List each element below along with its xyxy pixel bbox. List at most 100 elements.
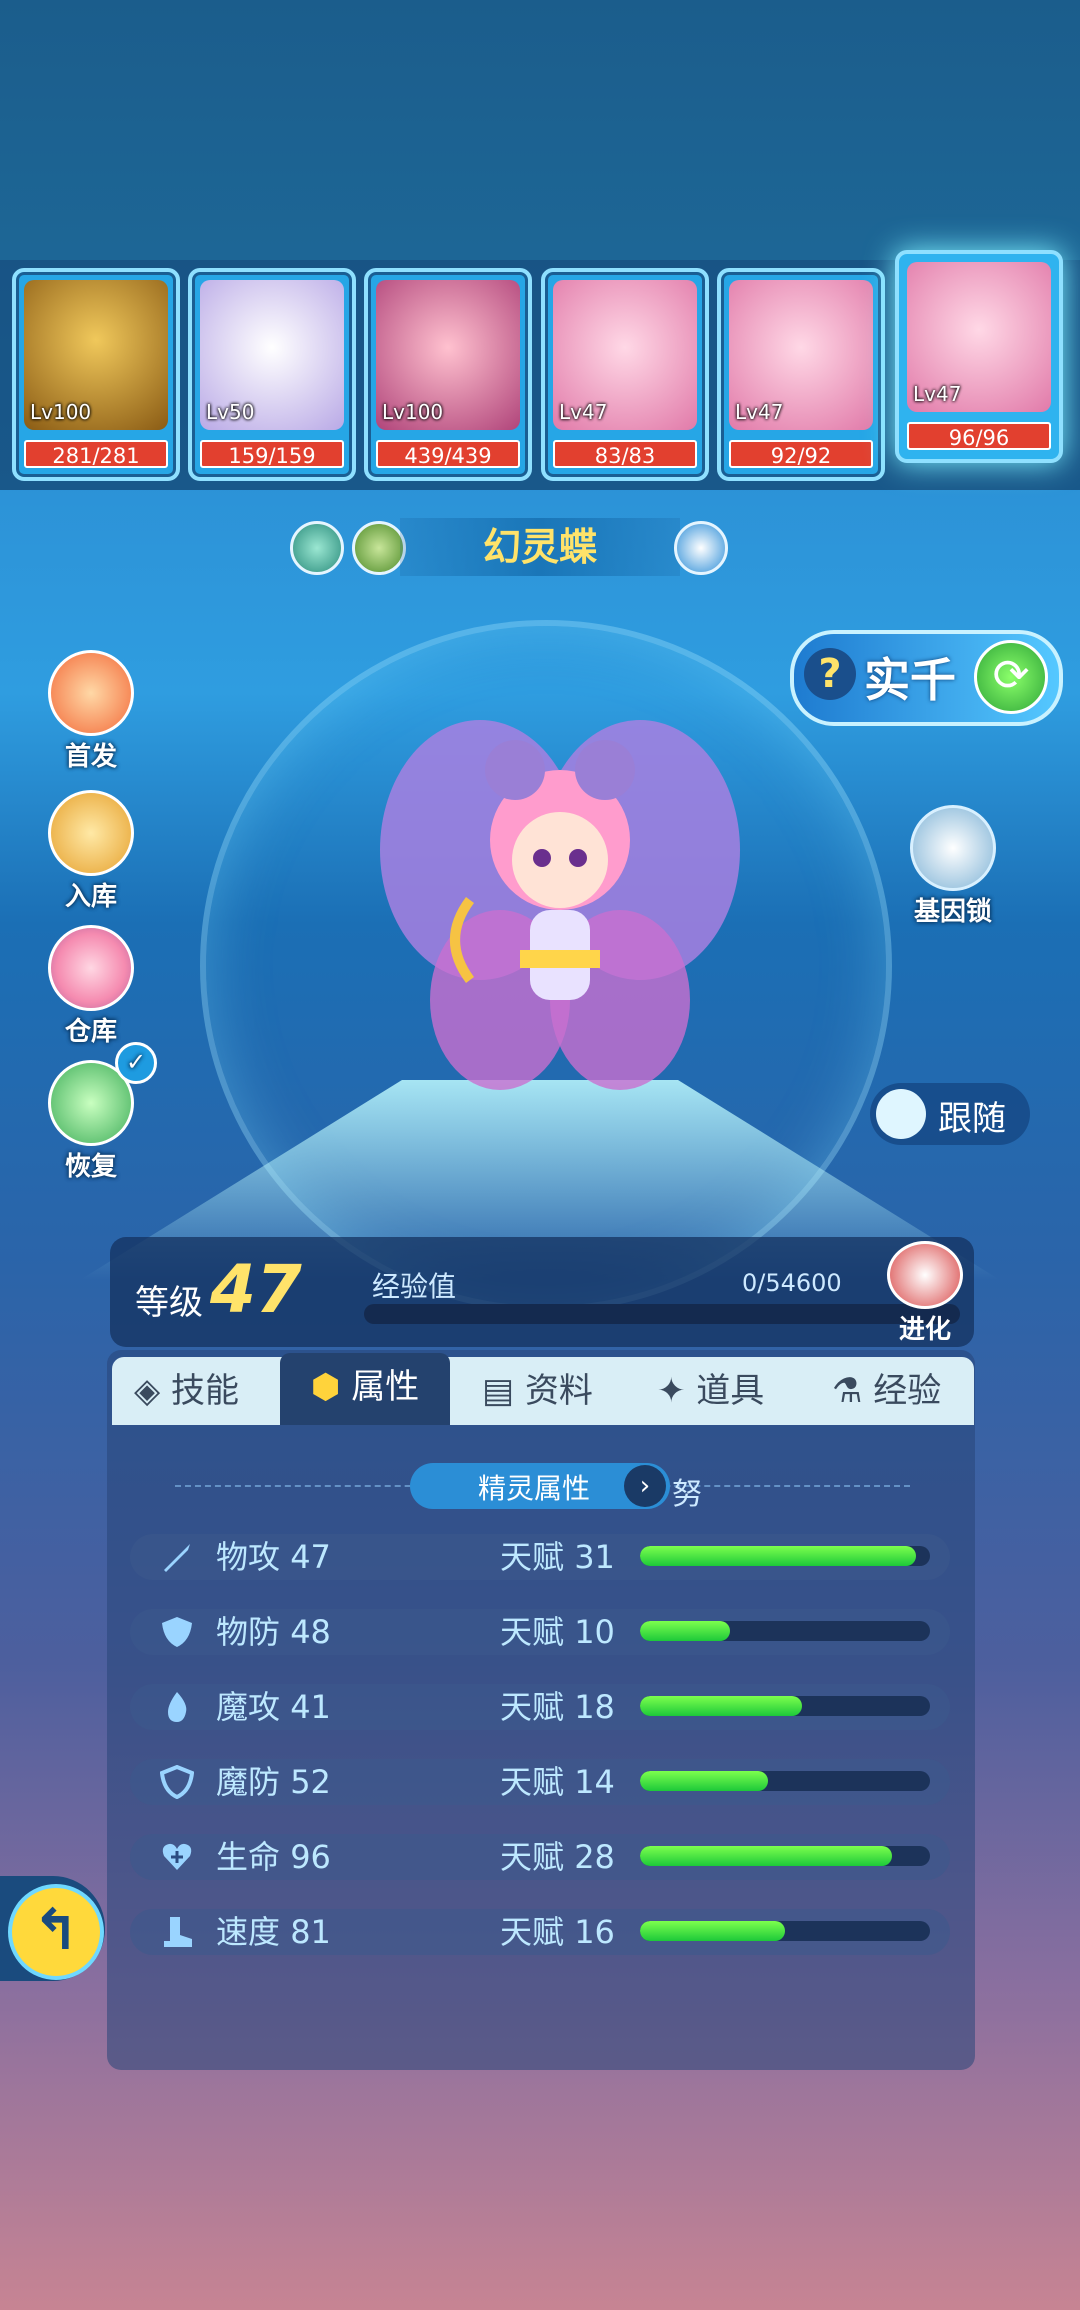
exp-bar <box>364 1304 960 1324</box>
follow-toggle[interactable]: 跟随 <box>870 1083 1030 1145</box>
party-card[interactable]: Lv100 439/439 <box>364 268 532 481</box>
stat-value: 81 <box>290 1913 331 1951</box>
check-icon: ✓ <box>115 1042 157 1084</box>
stat-name: 速度 <box>216 1913 281 1951</box>
stats-header: 精灵属性 › <box>410 1463 670 1509</box>
party-card[interactable]: Lv50 159/159 <box>188 268 356 481</box>
party-hp: 159/159 <box>200 440 344 468</box>
stat-name: 魔攻 <box>216 1688 281 1726</box>
toggle-knob <box>876 1089 926 1139</box>
tab-bar: ◈ 技能 ⬢ 属性 ▤ 资料 ✦ 道具 ⚗ 经验 <box>112 1353 974 1425</box>
mask-icon[interactable] <box>674 521 728 575</box>
help-icon[interactable]: ? <box>804 648 856 700</box>
tab-attributes[interactable]: ⬢ 属性 <box>280 1353 450 1425</box>
stat-row: 魔攻 41 天赋 18 <box>130 1684 950 1730</box>
stat-value: 41 <box>290 1688 331 1726</box>
talent-value: 14 <box>574 1763 615 1801</box>
level-box: 等级 47 经验值 0/54600 进化 <box>110 1237 974 1347</box>
flask-icon: ⚗ <box>832 1371 874 1411</box>
hexagon-icon: ⬢ <box>310 1367 352 1407</box>
recover-button[interactable]: 恢复 ✓ <box>45 1042 157 1183</box>
talent-label: 天赋 <box>500 1913 565 1951</box>
talent-bar <box>640 1546 930 1566</box>
talent-value: 18 <box>574 1688 615 1726</box>
refresh-icon[interactable]: ⟳ <box>974 640 1048 714</box>
stat-value: 48 <box>290 1613 331 1651</box>
tab-skills[interactable]: ◈ 技能 <box>134 1357 284 1425</box>
evolve-icon <box>887 1241 963 1309</box>
talent-fill <box>640 1621 730 1641</box>
level-label: 等级 <box>135 1283 203 1323</box>
talent-bar <box>640 1696 930 1716</box>
stat-name: 物防 <box>216 1613 281 1651</box>
first-deploy-label: 首发 <box>64 742 117 772</box>
dna-icon <box>910 805 996 891</box>
tab-profile[interactable]: ▤ 资料 <box>482 1357 632 1425</box>
stat-row: 生命 96 天赋 28 <box>130 1834 950 1880</box>
back-button[interactable]: ↰ <box>0 1876 105 1981</box>
magic-shield-icon <box>159 1764 195 1800</box>
talent-bar <box>640 1621 930 1641</box>
warehouse-icon <box>48 925 134 1011</box>
talent-fill <box>640 1696 803 1716</box>
tab-experience[interactable]: ⚗ 经验 <box>832 1357 972 1425</box>
talent-value: 16 <box>574 1913 615 1951</box>
talent-fill <box>640 1846 893 1866</box>
talent-bar <box>640 1846 930 1866</box>
type-bug-icon <box>352 521 406 575</box>
evolve-button[interactable]: 进化 <box>880 1241 970 1345</box>
stat-name: 物攻 <box>216 1538 281 1576</box>
party-level: Lv100 <box>382 400 444 424</box>
stat-name: 魔防 <box>216 1763 281 1801</box>
stat-row: 物防 48 天赋 10 <box>130 1609 950 1655</box>
talent-fill <box>640 1771 768 1791</box>
stat-value: 52 <box>290 1763 331 1801</box>
talent-bar <box>640 1921 930 1941</box>
talent-label: 天赋 <box>500 1538 565 1576</box>
star-icon: ✦ <box>657 1371 697 1411</box>
talent-label: 天赋 <box>500 1688 565 1726</box>
talent-value: 31 <box>574 1538 615 1576</box>
stat-row: 魔防 52 天赋 14 <box>130 1759 950 1805</box>
type-wind-icon <box>290 521 344 575</box>
pets-icon <box>48 790 134 876</box>
exp-value: 0/54600 <box>742 1269 842 1297</box>
first-deploy-button[interactable]: 首发 <box>45 650 137 773</box>
tab-items[interactable]: ✦ 道具 <box>657 1357 807 1425</box>
party-card-selected[interactable]: Lv47 96/96 <box>895 250 1063 463</box>
store-label: 入库 <box>64 882 117 912</box>
talent-label: 天赋 <box>500 1613 565 1651</box>
party-level: Lv47 <box>735 400 784 424</box>
party-card[interactable]: Lv100 281/281 <box>12 268 180 481</box>
talent-label: 天赋 <box>500 1838 565 1876</box>
fox-icon <box>48 650 134 736</box>
party-card[interactable]: Lv47 83/83 <box>541 268 709 481</box>
party-level: Lv50 <box>206 400 255 424</box>
stat-value: 47 <box>290 1538 331 1576</box>
nature-label: 努 <box>672 1477 702 1512</box>
gene-lock-button[interactable]: 基因锁 <box>898 805 1008 928</box>
party-card[interactable]: Lv47 92/92 <box>717 268 885 481</box>
store-button[interactable]: 入库 <box>45 790 137 913</box>
pet-character[interactable] <box>370 700 750 1120</box>
pet-name: 幻灵蝶 <box>400 518 680 576</box>
talent-value: 28 <box>574 1838 615 1876</box>
warehouse-label: 仓库 <box>64 1017 117 1047</box>
warehouse-button[interactable]: 仓库 <box>45 925 137 1048</box>
party-hp: 92/92 <box>729 440 873 468</box>
evolve-label: 进化 <box>898 1315 951 1345</box>
diamond-arrow-icon: ◈ <box>134 1371 171 1411</box>
recover-label: 恢复 <box>64 1152 117 1182</box>
shiqian-button[interactable]: ? 实千 ⟳ <box>790 630 1063 726</box>
clipboard-icon: ▤ <box>482 1371 525 1411</box>
party-level: Lv47 <box>559 400 608 424</box>
talent-value: 10 <box>574 1613 615 1651</box>
chevron-right-icon[interactable]: › <box>624 1465 666 1507</box>
talent-fill <box>640 1921 785 1941</box>
follow-label: 跟随 <box>938 1099 1006 1139</box>
party-hp: 96/96 <box>907 422 1051 450</box>
stat-row: 速度 81 天赋 16 <box>130 1909 950 1955</box>
exp-label: 经验值 <box>372 1270 457 1303</box>
stat-row: 物攻 47 天赋 31 <box>130 1534 950 1580</box>
gene-lock-label: 基因锁 <box>913 897 992 927</box>
